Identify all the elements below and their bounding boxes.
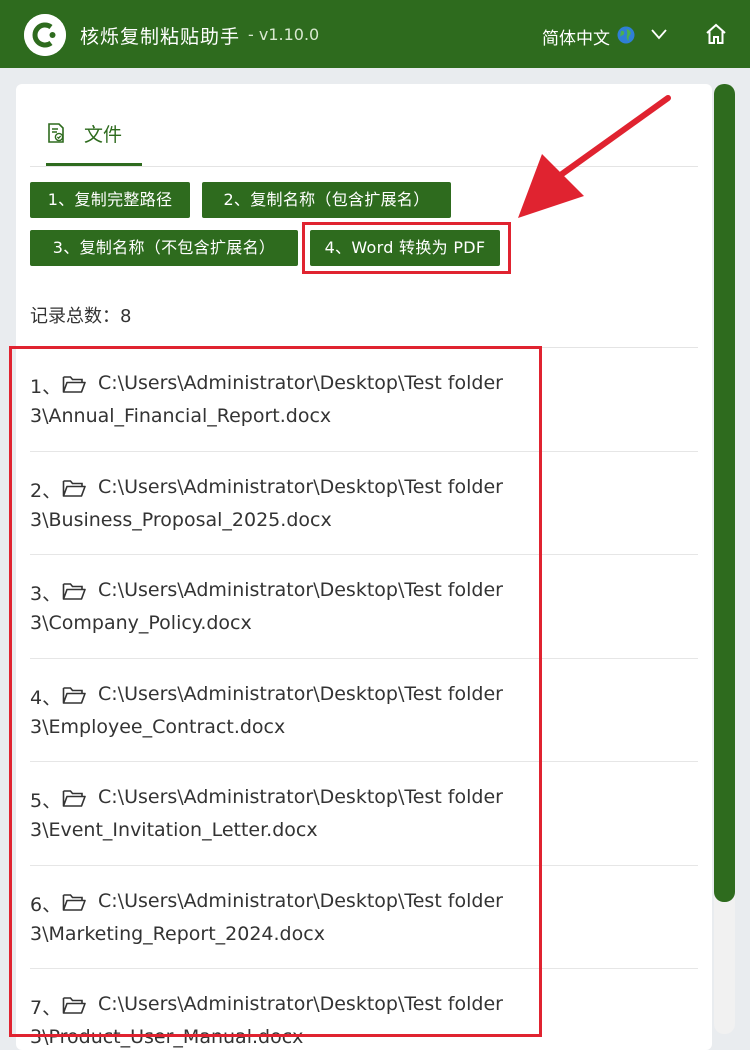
language-selector[interactable]: 简体中文	[542, 24, 610, 49]
globe-icon[interactable]	[617, 26, 635, 44]
scrollbar-thumb[interactable]	[714, 84, 735, 902]
highlight-box-record-list	[9, 346, 542, 1037]
chevron-down-icon[interactable]	[650, 27, 668, 41]
app-logo-icon	[24, 14, 66, 56]
tab-label: 文件	[84, 124, 123, 146]
annotation-arrow-icon	[518, 95, 671, 218]
app-version: - v1.10.0	[248, 25, 320, 44]
file-check-icon	[48, 123, 64, 143]
home-icon[interactable]	[704, 22, 728, 46]
highlight-box-convert-button	[302, 222, 511, 274]
tab-files[interactable]: 文件	[46, 118, 142, 166]
title-bar: 核烁复制粘贴助手 - v1.10.0 简体中文	[0, 0, 750, 68]
app-title: 核烁复制粘贴助手	[80, 26, 241, 48]
record-count: 记录总数：8	[30, 306, 132, 327]
copy-name-without-ext-button[interactable]: 3、复制名称（不包含扩展名）	[30, 230, 298, 266]
copy-full-path-button[interactable]: 1、复制完整路径	[30, 182, 190, 218]
copy-name-with-ext-button[interactable]: 2、复制名称（包含扩展名）	[202, 182, 451, 218]
